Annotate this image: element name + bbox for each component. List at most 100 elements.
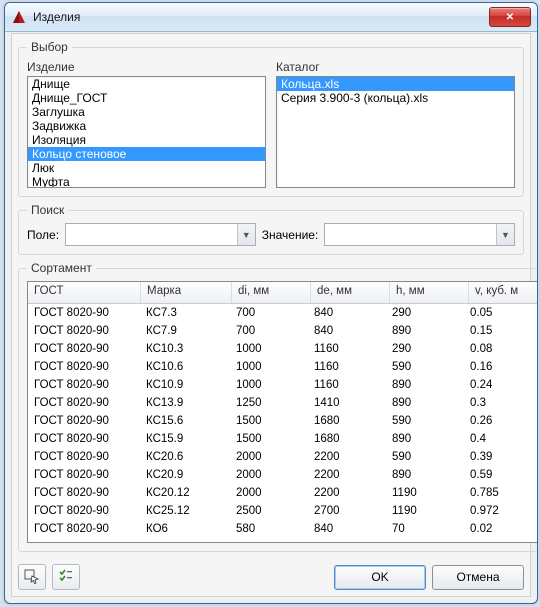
table-cell: 590 <box>386 412 464 430</box>
table-cell: 0.4 <box>464 430 538 448</box>
field-label: Поле: <box>27 228 59 242</box>
product-label: Изделие <box>27 60 266 74</box>
table-cell: 1190 <box>386 484 464 502</box>
product-item[interactable]: Люк <box>28 161 265 175</box>
table-row[interactable]: ГОСТ 8020-90КС10.9100011608900.24 <box>28 376 538 394</box>
table-cell: 1680 <box>308 412 386 430</box>
table-cell: ГОСТ 8020-90 <box>28 412 140 430</box>
table-cell: 2000 <box>230 484 308 502</box>
table-cell: 1160 <box>308 340 386 358</box>
table-cell: ГОСТ 8020-90 <box>28 502 140 520</box>
table-cell: ГОСТ 8020-90 <box>28 340 140 358</box>
product-item[interactable]: Днище <box>28 77 265 91</box>
table-cell: ГОСТ 8020-90 <box>28 358 140 376</box>
table-cell: 2000 <box>230 448 308 466</box>
table-cell: 2000 <box>230 466 308 484</box>
table-cell: ГОСТ 8020-90 <box>28 304 140 322</box>
table-cell: КС15.6 <box>140 412 230 430</box>
value-combo[interactable]: ▼ <box>324 223 515 246</box>
product-listbox[interactable]: ДнищеДнище_ГОСТЗаглушкаЗадвижкаИзоляцияК… <box>27 76 266 188</box>
window-title: Изделия <box>33 10 489 24</box>
table-column-header[interactable]: ГОСТ <box>28 282 141 303</box>
table-row[interactable]: ГОСТ 8020-90КС13.9125014108900.3 <box>28 394 538 412</box>
table-cell: 890 <box>386 376 464 394</box>
table-cell: ГОСТ 8020-90 <box>28 322 140 340</box>
pick-object-button[interactable] <box>18 564 46 590</box>
ok-button[interactable]: OK <box>334 565 426 590</box>
table-cell: 0.16 <box>464 358 538 376</box>
sortament-table: ГОСТМаркаdi, ммde, ммh, ммv, куб. м ГОСТ… <box>27 281 538 543</box>
table-cell: ГОСТ 8020-90 <box>28 520 140 538</box>
table-cell: 0.3 <box>464 394 538 412</box>
catalog-item[interactable]: Кольца.xls <box>277 77 514 91</box>
table-cell: КО6 <box>140 520 230 538</box>
table-cell: КС25.12 <box>140 502 230 520</box>
catalog-listbox[interactable]: Кольца.xlsСерия 3.900-3 (кольца).xls <box>276 76 515 188</box>
product-item[interactable]: Днище_ГОСТ <box>28 91 265 105</box>
table-header: ГОСТМаркаdi, ммde, ммh, ммv, куб. м <box>28 282 538 304</box>
table-body[interactable]: ГОСТ 8020-90КС7.37008402900.05ГОСТ 8020-… <box>28 304 538 542</box>
autocad-logo-icon <box>11 9 27 25</box>
table-row[interactable]: ГОСТ 8020-90КС15.9150016808900.4 <box>28 430 538 448</box>
table-cell: 1000 <box>230 376 308 394</box>
table-row[interactable]: ГОСТ 8020-90КС20.122000220011900.785 <box>28 484 538 502</box>
table-cell: КС20.12 <box>140 484 230 502</box>
table-cell: 840 <box>308 304 386 322</box>
product-item[interactable]: Задвижка <box>28 119 265 133</box>
table-column-header[interactable]: di, мм <box>232 282 311 303</box>
product-item[interactable]: Изоляция <box>28 133 265 147</box>
table-cell: КС7.9 <box>140 322 230 340</box>
table-cell: 0.59 <box>464 466 538 484</box>
table-cell: 2200 <box>308 448 386 466</box>
dialog-window: Изделия ✕ Выбор Изделие ДнищеДнище_ГОСТЗ… <box>4 2 538 604</box>
table-cell: 840 <box>308 520 386 538</box>
table-column-header[interactable]: v, куб. м <box>469 282 538 303</box>
table-row[interactable]: ГОСТ 8020-90КС25.122500270011900.972 <box>28 502 538 520</box>
table-cell: ГОСТ 8020-90 <box>28 394 140 412</box>
table-cell: КС20.9 <box>140 466 230 484</box>
table-cell: 0.08 <box>464 340 538 358</box>
table-cell: 700 <box>230 304 308 322</box>
check-list-icon <box>58 568 74 587</box>
table-column-header[interactable]: Марка <box>141 282 232 303</box>
table-cell: 0.39 <box>464 448 538 466</box>
table-cell: 0.15 <box>464 322 538 340</box>
product-item[interactable]: Кольцо стеновое <box>28 147 265 161</box>
table-cell: 0.02 <box>464 520 538 538</box>
product-item[interactable]: Заглушка <box>28 105 265 119</box>
product-item[interactable]: Муфта <box>28 175 265 188</box>
table-cell: ГОСТ 8020-90 <box>28 466 140 484</box>
table-row[interactable]: ГОСТ 8020-90КС20.9200022008900.59 <box>28 466 538 484</box>
cancel-button[interactable]: Отмена <box>432 565 524 590</box>
table-row[interactable]: ГОСТ 8020-90КС10.3100011602900.08 <box>28 340 538 358</box>
table-cell: 0.26 <box>464 412 538 430</box>
table-row[interactable]: ГОСТ 8020-90КО6580840700.02 <box>28 520 538 538</box>
table-row[interactable]: ГОСТ 8020-90КС7.37008402900.05 <box>28 304 538 322</box>
table-cell: 890 <box>386 322 464 340</box>
close-button[interactable]: ✕ <box>489 7 531 27</box>
table-cell: 2700 <box>308 502 386 520</box>
table-row[interactable]: ГОСТ 8020-90КС10.6100011605900.16 <box>28 358 538 376</box>
table-cell: КС20.6 <box>140 448 230 466</box>
catalog-item[interactable]: Серия 3.900-3 (кольца).xls <box>277 91 514 105</box>
check-list-button[interactable] <box>52 564 80 590</box>
dialog-footer: OK Отмена <box>18 558 524 590</box>
client-area: Выбор Изделие ДнищеДнище_ГОСТЗаглушкаЗад… <box>11 33 531 597</box>
table-row[interactable]: ГОСТ 8020-90КС15.6150016805900.26 <box>28 412 538 430</box>
search-group-label: Поиск <box>27 203 68 217</box>
selection-group-label: Выбор <box>27 40 72 54</box>
table-column-header[interactable]: de, мм <box>311 282 390 303</box>
table-cell: КС15.9 <box>140 430 230 448</box>
table-cell: КС10.3 <box>140 340 230 358</box>
table-cell: 2500 <box>230 502 308 520</box>
table-row[interactable]: ГОСТ 8020-90КС7.97008408900.15 <box>28 322 538 340</box>
field-combo[interactable]: ▼ <box>65 223 256 246</box>
table-cell: 1500 <box>230 412 308 430</box>
table-cell: 1160 <box>308 358 386 376</box>
table-cell: КС7.3 <box>140 304 230 322</box>
chevron-down-icon: ▼ <box>237 224 255 245</box>
table-cell: 2200 <box>308 484 386 502</box>
table-row[interactable]: ГОСТ 8020-90КС20.6200022005900.39 <box>28 448 538 466</box>
table-column-header[interactable]: h, мм <box>390 282 469 303</box>
pick-object-icon <box>24 568 40 587</box>
